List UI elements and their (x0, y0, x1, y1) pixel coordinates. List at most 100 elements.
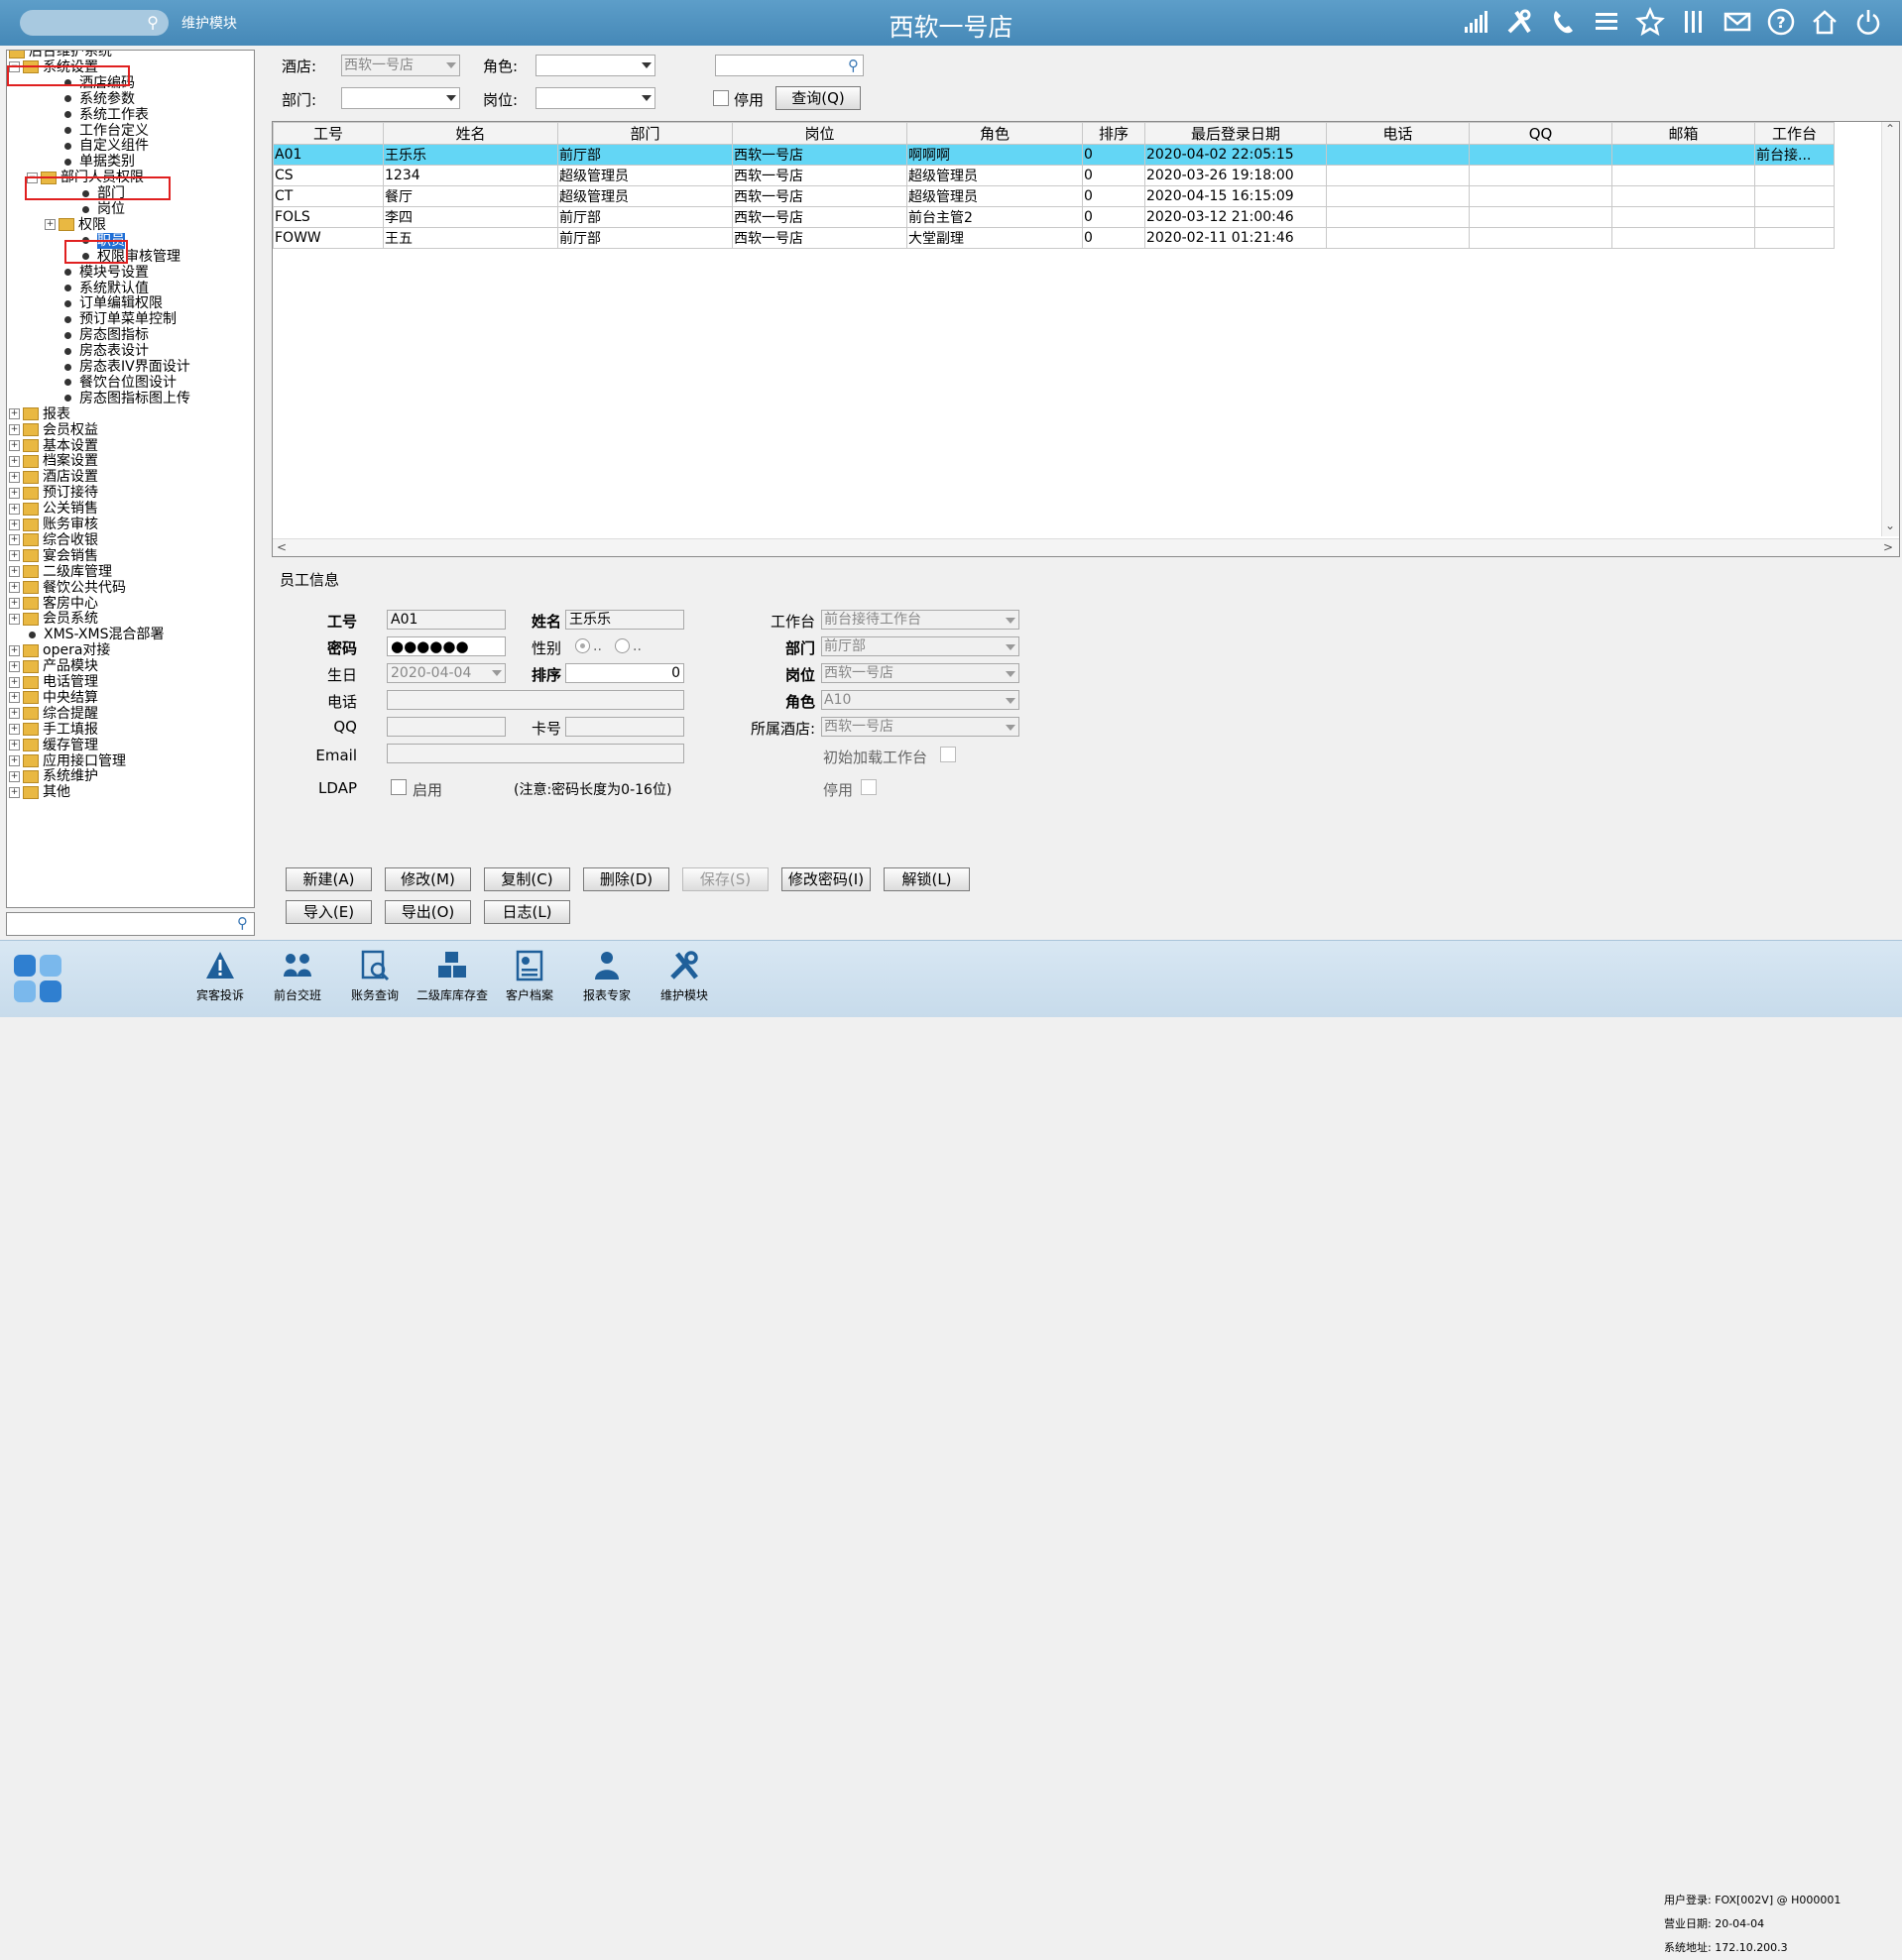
copy-button[interactable]: 复制(C) (484, 867, 570, 891)
tree-item[interactable]: + 基本设置 (9, 438, 98, 454)
delete-button[interactable]: 删除(D) (583, 867, 669, 891)
column-header[interactable]: 姓名 (383, 122, 558, 145)
log-button[interactable]: 日志(L) (484, 900, 570, 924)
tree-item[interactable]: 房态表IV界面设计 (27, 359, 190, 375)
email-field[interactable] (387, 744, 684, 763)
table-row[interactable]: CS 1234 超级管理员 西软一号店 超级管理员 0 2020-03-26 19:18:0… (273, 165, 1835, 186)
tree-item[interactable]: + 会员权益 (9, 422, 98, 438)
expand-icon[interactable]: + (9, 644, 20, 656)
tree-item[interactable]: 系统默认值 (27, 281, 149, 296)
table-row[interactable]: FOLS 李四 前厅部 西软一号店 前台主管2 0 2020-03-12 21:00:46 (273, 206, 1835, 228)
expand-icon[interactable]: + (9, 660, 20, 672)
tree-item[interactable]: 房态图指标图上传 (27, 391, 190, 406)
tree-item[interactable]: + 账务审核 (9, 517, 98, 532)
column-header[interactable]: 邮箱 (1611, 122, 1755, 145)
tree-item[interactable]: 餐饮台位图设计 (27, 375, 177, 391)
tree-item[interactable]: + 手工填报 (9, 722, 98, 738)
tree-item[interactable]: 模块号设置 (27, 265, 149, 281)
save-button[interactable]: 保存(S) (682, 867, 769, 891)
tree-item[interactable]: + 公关销售 (9, 501, 98, 517)
hotel-select[interactable]: 西软一号店 (821, 717, 1019, 737)
tree-item[interactable]: 订单编辑权限 (27, 295, 163, 311)
expand-icon[interactable]: + (9, 455, 20, 467)
tree-item[interactable]: 房态图指标 (27, 327, 149, 343)
tree-item[interactable]: + 会员系统 (9, 611, 98, 627)
import-button[interactable]: 导入(E) (286, 900, 372, 924)
taskbar-item[interactable]: 二级库库存查 (413, 949, 492, 1003)
column-header[interactable]: 工号 (273, 122, 384, 145)
power-icon[interactable] (1852, 6, 1884, 38)
navigation-tree[interactable]: 后台维护系统 − 系统设置 酒店编码 系统参数 系统工作表 工作台定义 自定义组件 单据类别 − 部… (6, 50, 255, 908)
tree-item[interactable]: + 系统维护 (9, 768, 98, 784)
tree-item[interactable]: 单据类别 (27, 154, 135, 170)
change-password-button[interactable]: 修改密码(I) (781, 867, 871, 891)
horizontal-scrollbar[interactable]: < > (273, 538, 1899, 556)
new-button[interactable]: 新建(A) (286, 867, 372, 891)
expand-icon[interactable]: + (9, 534, 20, 546)
modify-button[interactable]: 修改(M) (385, 867, 471, 891)
disable-checkbox[interactable] (861, 779, 877, 795)
tree-item[interactable]: 系统工作表 (27, 107, 149, 123)
card-field[interactable] (565, 717, 684, 737)
column-header[interactable]: 角色 (906, 122, 1083, 145)
password-field[interactable]: ●●●●●● (387, 636, 506, 656)
scroll-up-icon[interactable]: ⌃ (1885, 122, 1895, 136)
tree-item[interactable]: 预订单菜单控制 (27, 311, 177, 327)
taskbar-item[interactable]: 前台交班 (258, 949, 337, 1003)
search-icon[interactable]: ⚲ (237, 914, 248, 932)
columns-icon[interactable] (1678, 6, 1710, 38)
filter-dept-select[interactable] (341, 87, 460, 109)
mail-icon[interactable] (1722, 6, 1753, 38)
column-header[interactable]: QQ (1469, 122, 1612, 145)
tree-item[interactable]: + opera对接 (9, 642, 110, 658)
expand-icon[interactable]: + (9, 408, 20, 420)
expand-icon[interactable]: + (9, 770, 20, 782)
expand-icon[interactable]: + (9, 582, 20, 594)
tree-item[interactable]: + 综合提醒 (9, 706, 98, 722)
search-icon[interactable]: ⚲ (848, 56, 859, 75)
expand-icon[interactable]: + (9, 708, 20, 720)
filter-role-select[interactable] (535, 55, 655, 76)
tree-item[interactable]: + 报表 (9, 406, 70, 422)
expand-icon[interactable]: + (9, 598, 20, 609)
column-header[interactable]: 工作台 (1754, 122, 1835, 145)
expand-icon[interactable]: + (9, 487, 20, 499)
staff-id-field[interactable]: A01 (387, 610, 506, 630)
table-row[interactable]: FOWW 王五 前厅部 西软一号店 大堂副理 0 2020-02-11 01:21:46 (273, 227, 1835, 249)
taskbar-item[interactable]: 维护模块 (645, 949, 724, 1003)
tree-item[interactable]: + 宴会销售 (9, 548, 98, 564)
expand-icon[interactable]: + (9, 440, 20, 451)
post-select[interactable]: 西软一号店 (821, 663, 1019, 683)
dept-select[interactable]: 前厅部 (821, 636, 1019, 656)
expand-icon[interactable]: + (9, 519, 20, 530)
filter-disable-checkbox[interactable] (713, 90, 729, 106)
tree-item[interactable]: + 餐饮公共代码 (9, 580, 126, 596)
taskbar-item[interactable]: 账务查询 (335, 949, 415, 1003)
tree-item[interactable]: + 中央结算 (9, 690, 98, 706)
sort-field[interactable]: 0 (565, 663, 684, 683)
tree-item[interactable]: + 应用接口管理 (9, 753, 126, 769)
tree-item[interactable]: 系统参数 (27, 91, 135, 107)
tree-item[interactable]: 房态表设计 (27, 343, 149, 359)
expand-icon[interactable]: + (9, 503, 20, 515)
expand-icon[interactable]: + (9, 471, 20, 483)
expand-icon[interactable]: + (9, 786, 20, 798)
tree-item[interactable]: + 综合收银 (9, 532, 98, 548)
vertical-scrollbar[interactable]: ⌃ ⌄ (1881, 122, 1899, 536)
expand-icon[interactable]: + (45, 219, 56, 231)
tree-search-input[interactable]: ⚲ (6, 912, 255, 936)
expand-icon[interactable]: + (9, 740, 20, 751)
unlock-button[interactable]: 解锁(L) (884, 867, 970, 891)
column-header[interactable]: 最后登录日期 (1144, 122, 1327, 145)
tree-item[interactable]: + 缓存管理 (9, 738, 98, 753)
tree-item[interactable]: 自定义组件 (27, 138, 149, 154)
column-header[interactable]: 岗位 (732, 122, 907, 145)
birthday-field[interactable]: 2020-04-04 (387, 663, 506, 683)
tree-item[interactable]: + 权限 (45, 217, 106, 233)
tree-item[interactable]: 岗位 (45, 201, 125, 217)
tree-item[interactable]: + 电话管理 (9, 674, 98, 690)
workbench-select[interactable]: 前台接待工作台 (821, 610, 1019, 630)
qq-field[interactable] (387, 717, 506, 737)
expand-icon[interactable]: + (9, 550, 20, 562)
gender-radio-2[interactable] (615, 638, 630, 653)
